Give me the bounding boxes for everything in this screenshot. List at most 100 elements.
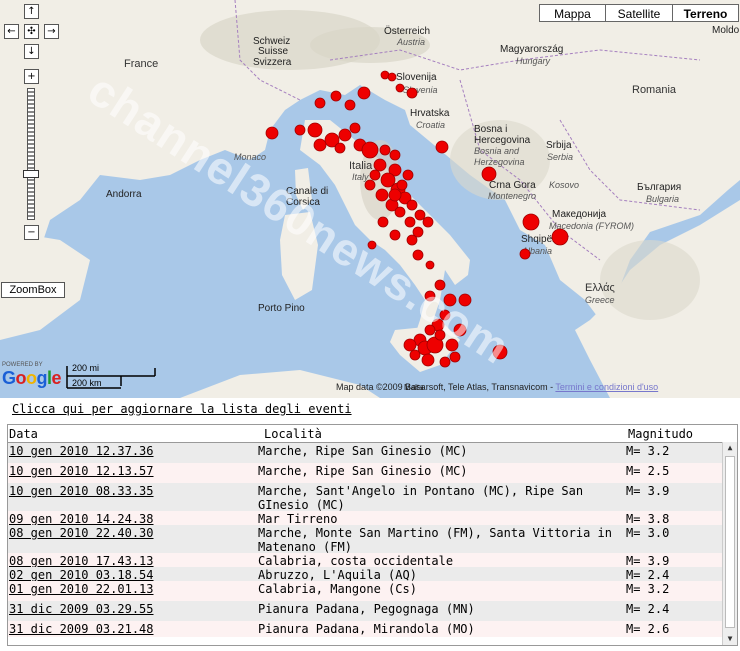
quake-marker[interactable]	[551, 228, 569, 246]
zoombox-button[interactable]: ZoomBox	[1, 282, 65, 298]
event-location: Calabria, Mangone (Cs)	[258, 582, 417, 596]
event-location: Marche, Monte San Martino (FM), Santa Vi…	[258, 526, 613, 554]
quake-marker[interactable]	[421, 353, 435, 367]
event-row[interactable]: 10 gen 2010 08.33.35 Marche, Sant'Angelo …	[8, 483, 723, 512]
quake-marker[interactable]	[344, 99, 356, 111]
quake-marker[interactable]	[389, 229, 401, 241]
event-magnitude: M= 3.0	[626, 526, 670, 540]
quake-marker[interactable]	[265, 126, 279, 140]
map-type-satellite-button[interactable]: Satellite	[605, 4, 673, 22]
zoom-slider-thumb[interactable]	[23, 170, 39, 178]
quake-marker[interactable]	[403, 338, 417, 352]
quake-marker[interactable]	[349, 122, 361, 134]
quake-marker[interactable]	[364, 179, 376, 191]
scale-km: 200 km	[72, 378, 102, 388]
event-date-link[interactable]: 09 gen 2010 14.24.38	[9, 512, 154, 526]
pan-center-icon[interactable]: ✣	[24, 24, 39, 39]
zoom-out-icon[interactable]: −	[24, 225, 39, 240]
quake-marker[interactable]	[406, 234, 418, 246]
google-logo-text: Google	[2, 368, 62, 388]
event-magnitude: M= 2.6	[626, 622, 670, 636]
quake-marker[interactable]	[387, 72, 397, 82]
quake-marker[interactable]	[294, 124, 306, 136]
quake-marker[interactable]	[406, 87, 418, 99]
quake-marker[interactable]	[414, 209, 426, 221]
pan-down-icon[interactable]: ↓	[24, 44, 39, 59]
event-date-link[interactable]: 10 gen 2010 08.33.35	[9, 484, 154, 498]
quake-marker[interactable]	[377, 216, 389, 228]
event-date-link[interactable]: 31 dic 2009 03.29.55	[9, 602, 154, 616]
quake-marker[interactable]	[422, 216, 434, 228]
quake-marker[interactable]	[409, 349, 421, 361]
event-date-link[interactable]: 01 gen 2010 22.01.13	[9, 582, 154, 596]
event-date-link[interactable]: 31 dic 2009 03.21.48	[9, 622, 154, 636]
quake-marker[interactable]	[522, 213, 540, 231]
event-magnitude: M= 3.2	[626, 582, 670, 596]
scroll-up-icon[interactable]: ▲	[723, 442, 737, 454]
quake-marker[interactable]	[519, 248, 531, 260]
event-date-link[interactable]: 08 gen 2010 17.43.13	[9, 554, 154, 568]
event-row[interactable]: 02 gen 2010 03.18.54 Abruzzo, L'Aquila (A…	[8, 567, 723, 582]
quake-markers	[265, 70, 569, 368]
quake-marker[interactable]	[395, 83, 405, 93]
event-date-link[interactable]: 10 gen 2010 12.37.36	[9, 444, 154, 458]
scroll-down-icon[interactable]: ▼	[723, 633, 737, 645]
quake-marker[interactable]	[314, 97, 326, 109]
event-row[interactable]: 10 gen 2010 12.13.57 Marche, Ripe San Gin…	[8, 463, 723, 483]
event-row[interactable]: 31 dic 2009 03.21.48 Pianura Padana, Mira…	[8, 621, 723, 637]
header-date: Data	[9, 427, 38, 441]
event-date-link[interactable]: 02 gen 2010 03.18.54	[9, 568, 154, 582]
event-date-link[interactable]: 08 gen 2010 22.40.30	[9, 526, 154, 540]
map-type-terreno-button[interactable]: Terreno	[672, 4, 739, 22]
event-row[interactable]: 08 gen 2010 22.40.30 Marche, Monte San Ma…	[8, 525, 723, 554]
pan-up-icon[interactable]: ↑	[24, 4, 39, 19]
quake-marker[interactable]	[307, 122, 323, 138]
quake-marker[interactable]	[338, 128, 352, 142]
event-row[interactable]: 08 gen 2010 17.43.13 Calabria, costa occi…	[8, 553, 723, 568]
pan-right-icon[interactable]: →	[44, 24, 59, 39]
quake-marker[interactable]	[389, 149, 401, 161]
quake-marker[interactable]	[388, 188, 402, 202]
event-row[interactable]: 09 gen 2010 14.24.38 Mar Tirreno M= 3.8	[8, 511, 723, 526]
quake-marker[interactable]	[379, 144, 391, 156]
event-location: Marche, Ripe San Ginesio (MC)	[258, 464, 468, 478]
quake-marker[interactable]	[404, 216, 416, 228]
events-scrollbar[interactable]: ▲ ▼	[722, 442, 737, 645]
quake-marker[interactable]	[425, 260, 435, 270]
quake-marker[interactable]	[435, 140, 449, 154]
quake-marker[interactable]	[396, 179, 408, 191]
quake-marker[interactable]	[369, 169, 381, 181]
quake-marker[interactable]	[334, 142, 346, 154]
quake-marker[interactable]	[406, 199, 418, 211]
terms-link[interactable]: Termini e condizioni d'uso	[555, 382, 658, 392]
quake-marker[interactable]	[402, 169, 414, 181]
zoom-slider-track[interactable]	[27, 88, 35, 220]
quake-marker[interactable]	[375, 188, 389, 202]
quake-marker[interactable]	[313, 138, 327, 152]
quake-marker[interactable]	[373, 158, 387, 172]
zoom-in-icon[interactable]: +	[24, 69, 39, 84]
event-location: Abruzzo, L'Aquila (AQ)	[258, 568, 417, 582]
event-location: Pianura Padana, Pegognaga (MN)	[258, 602, 475, 616]
quake-marker[interactable]	[439, 356, 451, 368]
event-location: Marche, Sant'Angelo in Pontano (MC), Rip…	[258, 484, 584, 512]
quake-marker[interactable]	[412, 249, 424, 261]
quake-marker[interactable]	[481, 166, 497, 182]
quake-marker[interactable]	[394, 206, 406, 218]
map-type-mappa-button[interactable]: Mappa	[539, 4, 606, 22]
event-row[interactable]: 31 dic 2009 03.29.55 Pianura Padana, Pego…	[8, 601, 723, 621]
pan-left-icon[interactable]: ←	[4, 24, 19, 39]
event-magnitude: M= 3.2	[626, 444, 670, 458]
scroll-thumb[interactable]	[725, 456, 735, 628]
refresh-events-link[interactable]: Clicca qui per aggiornare la lista degli…	[12, 402, 352, 416]
quake-marker[interactable]	[330, 90, 342, 102]
map[interactable]: France Andorra Monaco Schweiz Suisse Svi…	[0, 0, 740, 398]
event-row[interactable]: 01 gen 2010 22.01.13 Calabria, Mangone (C…	[8, 581, 723, 601]
event-date-link[interactable]: 10 gen 2010 12.13.57	[9, 464, 154, 478]
event-location: Mar Tirreno	[258, 512, 338, 526]
event-magnitude: M= 2.4	[626, 568, 670, 582]
quake-marker[interactable]	[361, 141, 379, 159]
event-row[interactable]: 10 gen 2010 12.37.36 Marche, Ripe San Gin…	[8, 443, 723, 463]
scale-bar: 200 mi 200 km	[66, 362, 156, 390]
quake-marker[interactable]	[357, 86, 371, 100]
